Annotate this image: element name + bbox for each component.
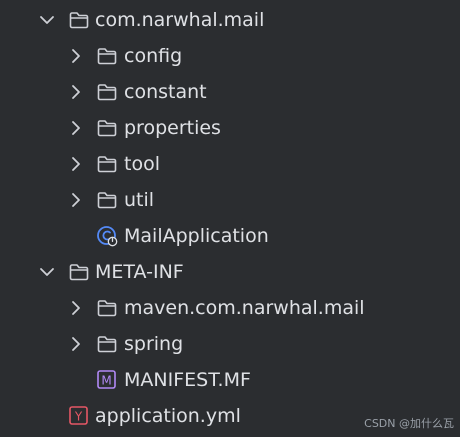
folder-icon (97, 300, 117, 317)
folder-icon (69, 264, 89, 281)
folder-icon (97, 84, 117, 101)
tree-node-tool[interactable]: tool (0, 146, 460, 182)
chevron-right-icon[interactable] (66, 154, 86, 174)
tree-node-label: spring (124, 333, 184, 355)
tree-node-label: properties (124, 117, 221, 139)
tree-node-constant[interactable]: constant (0, 74, 460, 110)
chevron-down-icon[interactable] (37, 262, 57, 282)
tree-node-util[interactable]: util (0, 182, 460, 218)
tree-node-mail-application[interactable]: MailApplication (0, 218, 460, 254)
tree-node-label: com.narwhal.mail (95, 9, 265, 31)
tree-node-label: config (124, 45, 183, 67)
folder-icon (97, 120, 117, 137)
tree-node-label: MailApplication (124, 225, 269, 247)
chevron-down-icon[interactable] (37, 10, 57, 30)
tree-node-properties[interactable]: properties (0, 110, 460, 146)
chevron-right-icon[interactable] (66, 298, 86, 318)
tree-node-label: MANIFEST.MF (124, 369, 251, 391)
chevron-right-icon[interactable] (66, 118, 86, 138)
tree-node-label: META-INF (95, 261, 184, 283)
spring-boot-class-icon (97, 226, 118, 247)
tree-node-manifest[interactable]: M MANIFEST.MF (0, 362, 460, 398)
chevron-right-icon[interactable] (66, 82, 86, 102)
folder-icon (97, 336, 117, 353)
project-tree: com.narwhal.mail config constant propert… (0, 0, 460, 437)
chevron-right-icon[interactable] (66, 190, 86, 210)
tree-node-com-narwhal-mail[interactable]: com.narwhal.mail (0, 2, 460, 38)
chevron-right-icon[interactable] (66, 334, 86, 354)
manifest-icon: M (97, 370, 116, 389)
tree-node-config[interactable]: config (0, 38, 460, 74)
folder-icon (97, 192, 117, 209)
chevron-right-icon[interactable] (66, 46, 86, 66)
csdn-watermark: CSDN @加什么瓦 (364, 417, 454, 430)
tree-node-spring[interactable]: spring (0, 326, 460, 362)
yaml-icon-letter: Y (74, 410, 83, 424)
tree-node-label: util (124, 189, 155, 211)
folder-icon (97, 156, 117, 173)
tree-node-label: constant (124, 81, 207, 103)
yaml-icon: Y (69, 406, 88, 425)
tree-node-maven[interactable]: maven.com.narwhal.mail (0, 290, 460, 326)
tree-node-label: tool (124, 153, 160, 175)
tree-node-label: maven.com.narwhal.mail (124, 297, 365, 319)
tree-node-label: application.yml (95, 405, 241, 427)
folder-icon (97, 48, 117, 65)
tree-node-meta-inf[interactable]: META-INF (0, 254, 460, 290)
manifest-icon-letter: M (101, 374, 111, 388)
folder-icon (69, 12, 89, 29)
